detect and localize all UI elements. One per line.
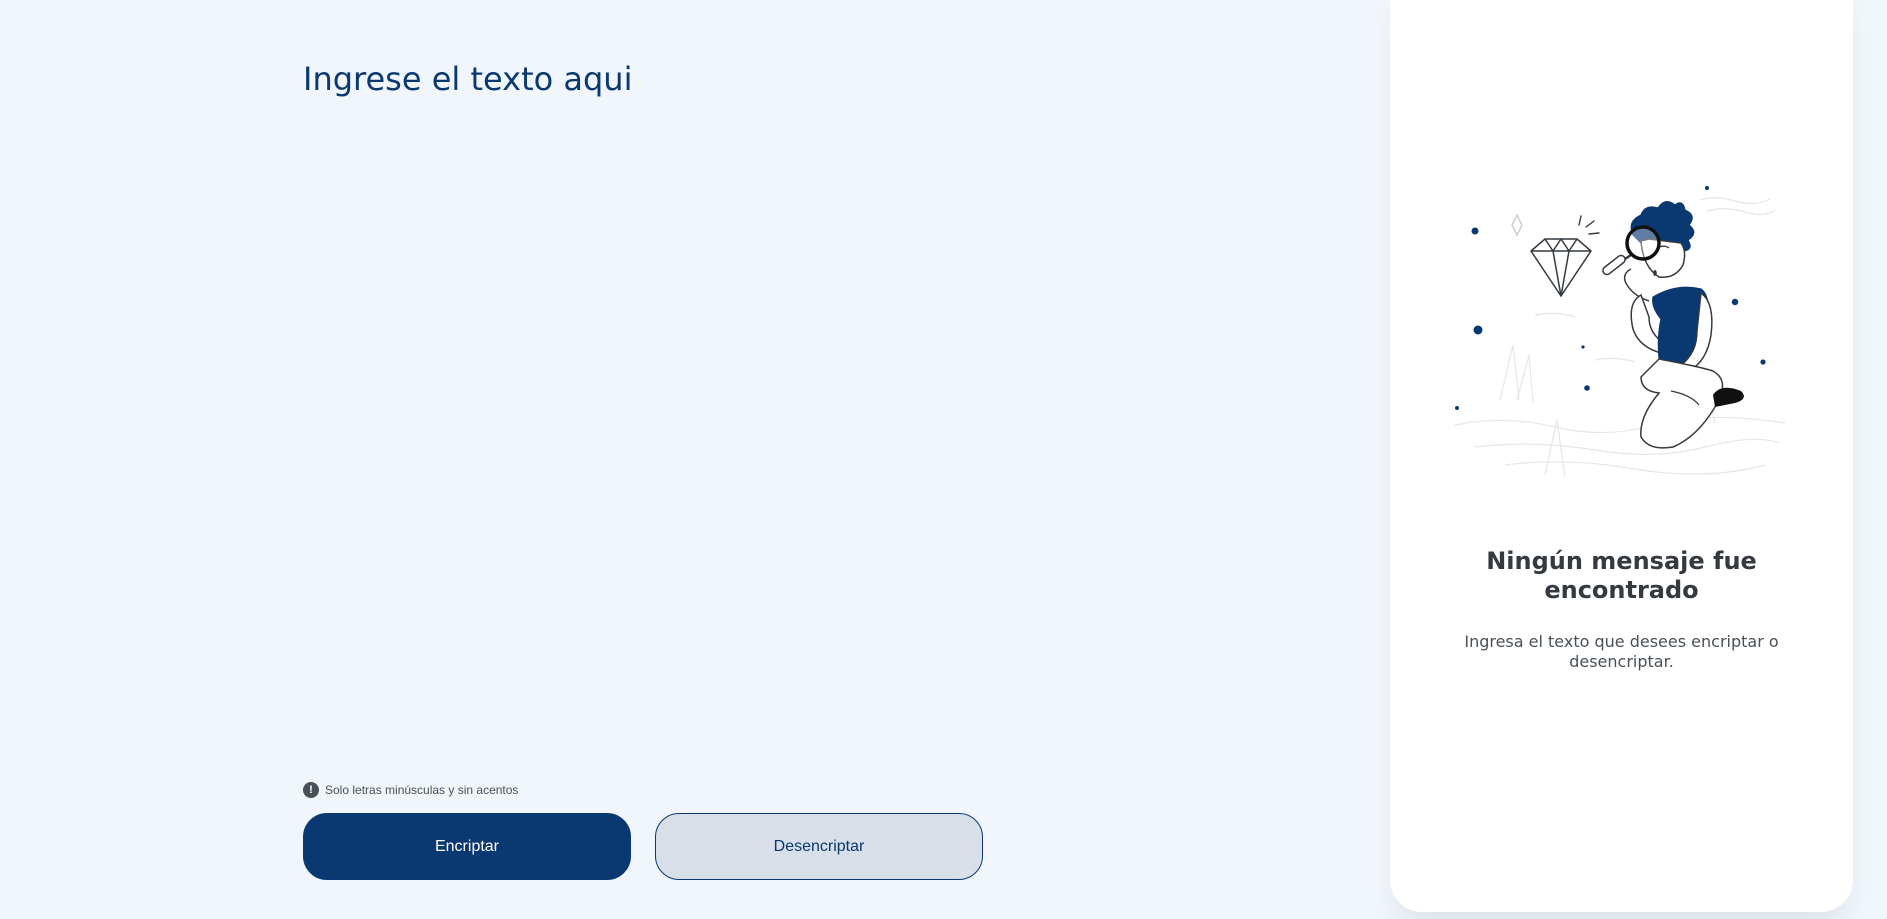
decrypt-button[interactable]: Desencriptar: [655, 813, 983, 880]
empty-state-message: Ingresa el texto que desees encriptar o …: [1464, 632, 1779, 671]
empty-state-title: Ningún mensaje fue encontrado: [1486, 547, 1757, 604]
encrypt-button[interactable]: Encriptar: [303, 813, 631, 880]
text-input[interactable]: [303, 60, 1203, 750]
person-with-magnifying-glass-illustration: [1454, 186, 1786, 478]
hint-text: Solo letras minúsculas y sin acentos: [325, 783, 519, 797]
exclamation-circle-icon: !: [303, 782, 319, 798]
input-hint: ! Solo letras minúsculas y sin acentos: [303, 782, 518, 798]
output-panel: Ningún mensaje fue encontrado Ingresa el…: [1390, 0, 1853, 912]
